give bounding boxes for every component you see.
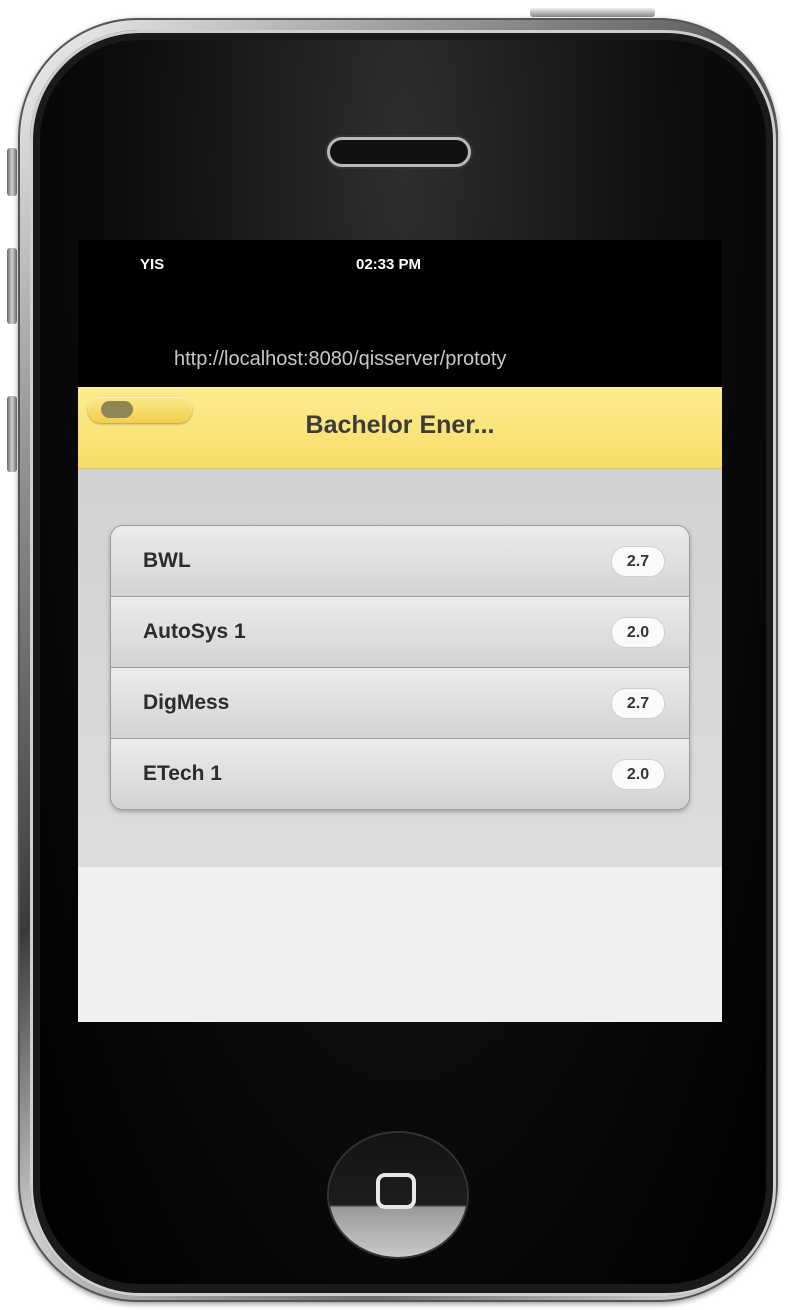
home-button[interactable] xyxy=(329,1133,467,1257)
page-header: Bachelor Ener... xyxy=(78,387,722,469)
grade-badge: 2.7 xyxy=(611,546,665,577)
grade-badge: 2.0 xyxy=(611,759,665,790)
grade-badge: 2.7 xyxy=(611,688,665,719)
volume-up-button[interactable] xyxy=(7,248,17,324)
mute-switch[interactable] xyxy=(7,148,17,196)
list-item[interactable]: BWL 2.7 xyxy=(111,526,689,596)
page-title: Bachelor Ener... xyxy=(305,411,495,439)
list-item-label: BWL xyxy=(143,549,191,572)
volume-down-button[interactable] xyxy=(7,396,17,472)
earpiece-speaker xyxy=(330,140,468,164)
url-display[interactable]: http://localhost:8080/qisserver/prototy xyxy=(174,348,630,371)
list-item-label: AutoSys 1 xyxy=(143,620,246,643)
grade-list: BWL 2.7 AutoSys 1 2.0 DigMess 2.7 ETech … xyxy=(110,525,690,810)
empty-area xyxy=(78,867,722,1022)
list-item[interactable]: ETech 1 2.0 xyxy=(111,738,689,809)
sleep-button[interactable] xyxy=(530,8,655,17)
status-carrier: YIS xyxy=(140,256,165,273)
main-content: BWL 2.7 AutoSys 1 2.0 DigMess 2.7 ETech … xyxy=(78,469,722,867)
list-item[interactable]: AutoSys 1 2.0 xyxy=(111,596,689,667)
phone-screen: YIS 02:33 PM http://localhost:8080/qisse… xyxy=(78,240,722,1022)
list-item-label: DigMess xyxy=(143,691,230,714)
list-item-label: ETech 1 xyxy=(143,762,222,785)
list-item[interactable]: DigMess 2.7 xyxy=(111,667,689,738)
status-time: 02:33 PM xyxy=(356,256,422,273)
home-square-icon xyxy=(376,1173,416,1209)
grade-badge: 2.0 xyxy=(611,617,665,648)
